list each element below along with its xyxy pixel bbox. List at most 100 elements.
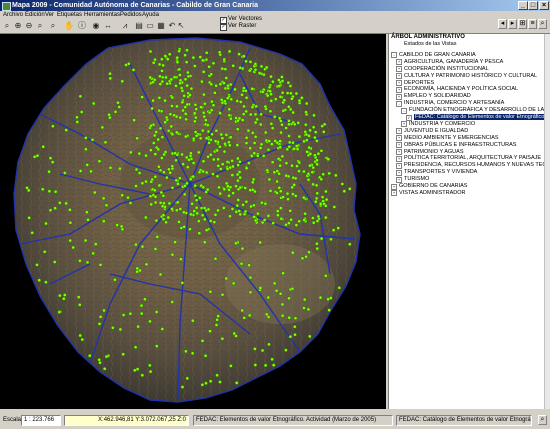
map-point-marker[interactable] [64,128,68,132]
map-point-marker[interactable] [153,174,158,179]
map-point-marker[interactable] [204,170,209,175]
map-point-marker[interactable] [329,296,333,300]
map-point-marker[interactable] [230,159,234,163]
map-point-marker[interactable] [301,195,306,200]
map-point-marker[interactable] [225,96,230,101]
map-point-marker[interactable] [197,231,202,235]
map-point-marker[interactable] [268,109,273,113]
map-point-marker[interactable] [275,140,280,145]
map-point-marker[interactable] [175,60,180,65]
map-point-marker[interactable] [302,218,307,222]
map-point-marker[interactable] [201,70,206,74]
map-point-marker[interactable] [186,70,190,75]
map-point-marker[interactable] [321,199,326,203]
map-point-marker[interactable] [108,71,112,76]
expand-toggle-icon[interactable]: + [396,149,402,155]
map-point-marker[interactable] [153,152,158,156]
map-point-marker[interactable] [215,317,219,322]
map-point-marker[interactable] [280,302,285,307]
map-point-marker[interactable] [327,171,332,176]
map-point-marker[interactable] [167,167,171,172]
map-point-marker[interactable] [269,92,273,97]
map-point-marker[interactable] [108,76,113,81]
map-point-marker[interactable] [144,153,148,158]
map-point-marker[interactable] [151,60,156,65]
map-point-marker[interactable] [332,205,337,209]
map-point-marker[interactable] [207,64,211,69]
map-point-marker[interactable] [312,113,316,118]
map-point-marker[interactable] [273,97,278,101]
menu-pedidos[interactable]: Pedidos [120,11,142,19]
map-point-marker[interactable] [242,104,246,109]
map-point-marker[interactable] [178,115,182,120]
map-point-marker[interactable] [281,108,286,113]
map-point-marker[interactable] [144,179,148,184]
map-point-marker[interactable] [76,295,81,299]
map-point-marker[interactable] [47,189,52,193]
map-point-marker[interactable] [230,173,235,177]
map-point-marker[interactable] [140,181,145,185]
map-point-marker[interactable] [264,65,269,70]
map-point-marker[interactable] [193,119,197,124]
map-point-marker[interactable] [78,169,83,173]
map-point-marker[interactable] [98,360,102,365]
map-point-marker[interactable] [158,168,163,173]
zoom-window-icon[interactable]: ⌕ [36,21,44,30]
map-point-marker[interactable] [108,165,113,170]
map-point-marker[interactable] [229,97,234,102]
map-point-marker[interactable] [291,175,296,180]
map-point-marker[interactable] [52,260,57,264]
expand-toggle-icon[interactable]: + [396,155,402,162]
map-point-marker[interactable] [281,271,285,275]
zoom-extent-icon[interactable]: ⌕ [3,21,11,30]
map-point-marker[interactable] [284,126,288,130]
map-point-marker[interactable] [286,105,291,109]
map-point-marker[interactable] [305,150,309,154]
map-point-marker[interactable] [281,195,285,199]
checkbox-icon[interactable]: ✓ [406,114,412,121]
expand-toggle-icon[interactable]: + [396,66,402,73]
forward-arrow-icon[interactable]: ▸ [508,19,517,29]
map-point-marker[interactable] [180,100,185,105]
map-point-marker[interactable] [48,208,53,212]
map-point-marker[interactable] [197,170,202,174]
map-point-marker[interactable] [302,306,306,310]
map-point-marker[interactable] [196,219,201,223]
map-point-marker[interactable] [297,98,302,103]
map-point-marker[interactable] [78,94,83,99]
map-point-marker[interactable] [285,147,290,152]
map-point-marker[interactable] [290,286,295,291]
map-point-marker[interactable] [240,93,244,97]
map-point-marker[interactable] [271,363,276,367]
map-point-marker[interactable] [126,195,130,200]
map-point-marker[interactable] [222,57,227,62]
map-point-marker[interactable] [275,191,279,195]
map-point-marker[interactable] [68,220,73,225]
map-point-marker[interactable] [235,127,240,131]
map-point-marker[interactable] [78,302,82,307]
map-point-marker[interactable] [98,263,103,267]
map-point-marker[interactable] [139,311,144,316]
map-point-marker[interactable] [195,211,199,216]
zoom-out-icon[interactable]: ⊖ [25,21,33,30]
map-point-marker[interactable] [149,202,153,207]
map-point-marker[interactable] [244,199,249,204]
map-point-marker[interactable] [207,141,211,145]
map-point-marker[interactable] [304,110,308,114]
map-point-marker[interactable] [227,188,231,192]
map-point-marker[interactable] [68,208,72,212]
map-point-marker[interactable] [290,163,294,168]
map-point-marker[interactable] [311,125,316,130]
map-point-marker[interactable] [53,206,57,210]
map-point-marker[interactable] [216,314,220,318]
map-point-marker[interactable] [184,60,189,64]
map-point-marker[interactable] [313,130,318,134]
map-point-marker[interactable] [177,49,181,53]
map-point-marker[interactable] [292,122,297,127]
map-point-marker[interactable] [319,149,324,153]
map-point-marker[interactable] [222,187,227,192]
map-point-marker[interactable] [217,185,221,190]
map-point-marker[interactable] [267,342,271,347]
menu-etiquetas[interactable]: Etiquetas [57,11,82,19]
map-point-marker[interactable] [270,160,275,164]
